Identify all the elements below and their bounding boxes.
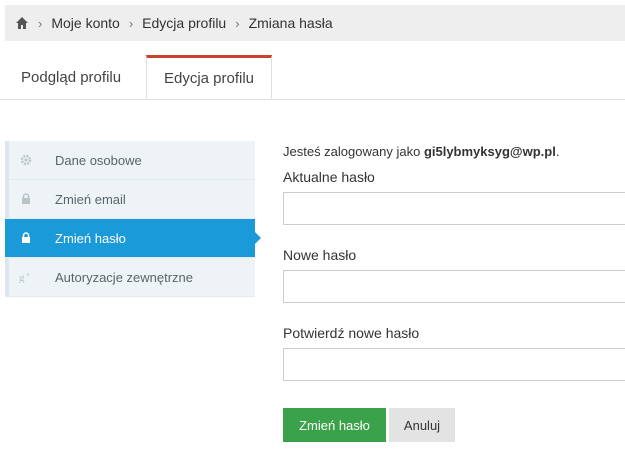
lock-icon bbox=[19, 231, 33, 245]
cancel-button[interactable]: Anuluj bbox=[389, 408, 455, 442]
confirm-password-label: Potwierdź nowe hasło bbox=[283, 325, 420, 341]
sidebar: Dane osobowe Zmień email Zmień hasło g + … bbox=[5, 141, 261, 297]
change-password-button[interactable]: Zmień hasło bbox=[283, 408, 386, 442]
svg-text:g: g bbox=[19, 272, 25, 283]
lock-icon bbox=[19, 192, 33, 206]
tab-edycja-profilu[interactable]: Edycja profilu bbox=[146, 55, 272, 99]
logged-in-prefix: Jesteś zalogowany jako bbox=[283, 144, 421, 159]
profile-tabs: Podgląd profilu Edycja profilu bbox=[0, 55, 625, 100]
logged-in-suffix: . bbox=[555, 144, 560, 159]
breadcrumb-edycja-profilu[interactable]: Edycja profilu bbox=[142, 15, 226, 31]
gear-icon bbox=[19, 153, 33, 167]
new-password-field[interactable] bbox=[283, 270, 625, 303]
sidebar-item-label: Zmień hasło bbox=[55, 230, 126, 246]
sidebar-item-bar bbox=[5, 219, 9, 257]
form-buttons: Zmień hasło Anuluj bbox=[283, 408, 455, 442]
breadcrumb: › Moje konto › Edycja profilu › Zmiana h… bbox=[5, 5, 625, 41]
breadcrumb-separator: › bbox=[128, 15, 134, 31]
logged-in-email: gi5lybmyksyg@wp.pl bbox=[423, 144, 556, 159]
sidebar-item-zmien-haslo[interactable]: Zmień hasło bbox=[5, 219, 261, 258]
sidebar-item-dane-osobowe[interactable]: Dane osobowe bbox=[5, 141, 255, 180]
google-plus-icon: g + bbox=[19, 270, 33, 284]
breadcrumb-separator: › bbox=[235, 15, 240, 31]
svg-text:+: + bbox=[26, 272, 30, 279]
logged-in-info: Jesteś zalogowany jako gi5lybmyksyg@wp.p… bbox=[283, 144, 625, 159]
current-password-label: Aktualne hasło bbox=[283, 169, 375, 185]
sidebar-item-label: Autoryzacje zewnętrzne bbox=[55, 269, 194, 285]
sidebar-item-label: Zmień email bbox=[55, 191, 126, 207]
current-password-field[interactable] bbox=[283, 192, 625, 225]
breadcrumb-moje-konto[interactable]: Moje konto bbox=[51, 15, 119, 31]
new-password-label: Nowe hasło bbox=[283, 247, 357, 263]
confirm-password-field[interactable] bbox=[283, 348, 625, 381]
sidebar-item-label: Dane osobowe bbox=[55, 152, 142, 168]
sidebar-item-bar bbox=[5, 180, 9, 218]
sidebar-item-autoryzacje[interactable]: g + Autoryzacje zewnętrzne bbox=[5, 258, 255, 297]
sidebar-item-bar bbox=[5, 258, 9, 296]
tab-podglad-profilu[interactable]: Podgląd profilu bbox=[21, 56, 121, 99]
change-password-form: Jesteś zalogowany jako gi5lybmyksyg@wp.p… bbox=[283, 141, 625, 381]
home-icon[interactable] bbox=[15, 16, 29, 30]
sidebar-item-zmien-email[interactable]: Zmień email bbox=[5, 180, 255, 219]
sidebar-item-bar bbox=[5, 141, 9, 179]
breadcrumb-zmiana-hasla: Zmiana hasła bbox=[248, 15, 333, 31]
breadcrumb-separator: › bbox=[38, 15, 43, 31]
